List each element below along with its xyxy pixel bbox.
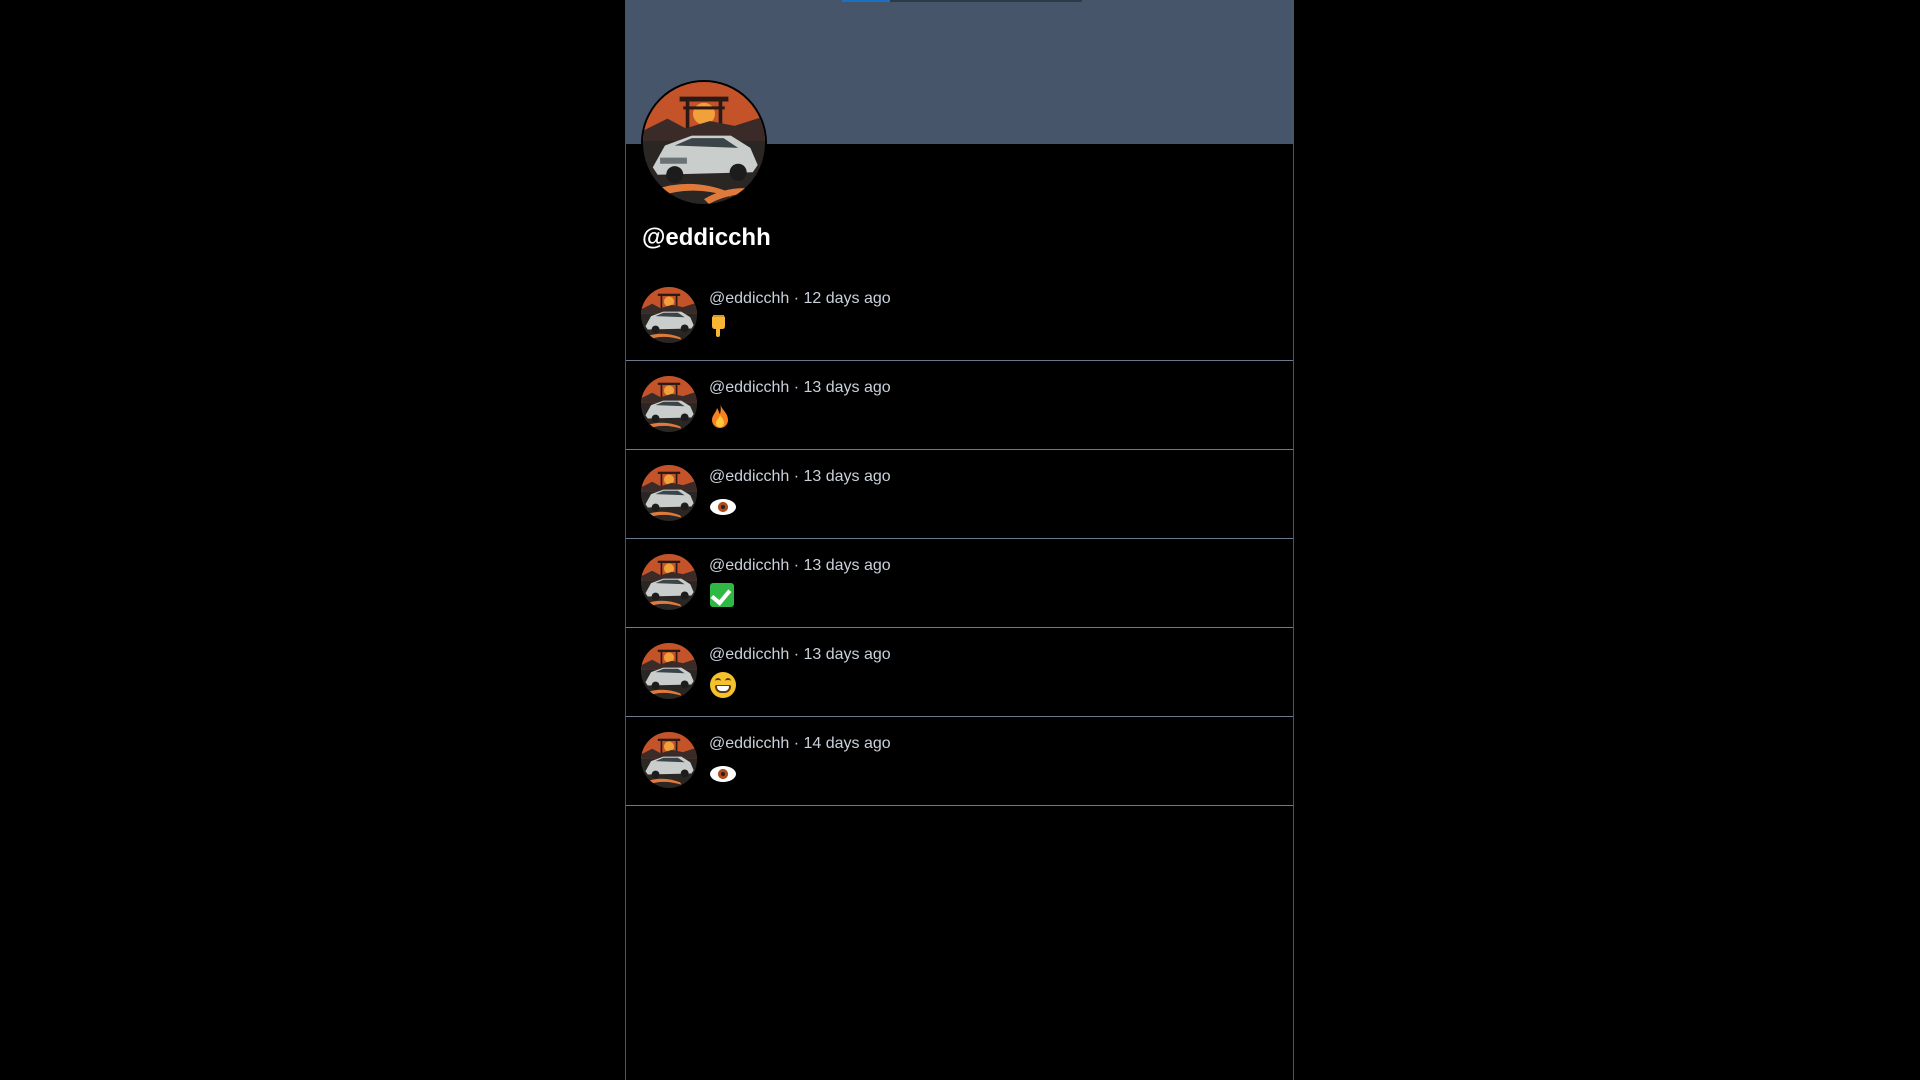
- post-body: [710, 403, 730, 437]
- post-separator: ·: [789, 646, 804, 663]
- loading-progress-bar: [842, 0, 1082, 2]
- post-author[interactable]: @eddicchh: [709, 468, 789, 485]
- profile-avatar[interactable]: [641, 80, 767, 206]
- post-meta: @eddicchh · 13 days ago: [709, 379, 891, 397]
- post-separator: ·: [789, 290, 804, 307]
- post-item[interactable]: @eddicchh · 12 days ago: [626, 272, 1293, 361]
- post-body: [710, 581, 734, 613]
- post-author[interactable]: @eddicchh: [709, 290, 789, 307]
- post-author[interactable]: @eddicchh: [709, 735, 789, 752]
- post-separator: ·: [789, 735, 804, 752]
- post-meta: @eddicchh · 13 days ago: [709, 646, 891, 664]
- post-item[interactable]: @eddicchh · 13 days ago: [626, 361, 1293, 450]
- car-sunset-avatar-image: [641, 287, 697, 343]
- post-item[interactable]: @eddicchh · 13 days ago: [626, 539, 1293, 628]
- fire-icon: [710, 403, 730, 429]
- post-separator: ·: [789, 468, 804, 485]
- post-avatar[interactable]: [641, 643, 697, 699]
- eye-icon: [710, 766, 736, 782]
- post-meta: @eddicchh · 12 days ago: [709, 290, 891, 308]
- post-body: [710, 492, 736, 520]
- profile-handle: @eddicchh: [642, 224, 771, 251]
- post-meta: @eddicchh · 14 days ago: [709, 735, 891, 753]
- post-separator: ·: [789, 557, 804, 574]
- post-avatar[interactable]: [641, 732, 697, 788]
- car-sunset-avatar-image: [641, 643, 697, 699]
- post-item[interactable]: @eddicchh · 13 days ago: [626, 628, 1293, 717]
- eye-icon: [710, 499, 736, 515]
- car-sunset-avatar-image: [641, 554, 697, 610]
- post-avatar[interactable]: [641, 554, 697, 610]
- grinning-face-icon: [710, 672, 736, 698]
- car-sunset-avatar-image: [641, 376, 697, 432]
- post-meta: @eddicchh · 13 days ago: [709, 468, 891, 486]
- post-timestamp[interactable]: 13 days ago: [804, 646, 891, 663]
- post-body: [710, 314, 726, 346]
- post-timestamp[interactable]: 14 days ago: [804, 735, 891, 752]
- post-item[interactable]: @eddicchh · 13 days ago: [626, 450, 1293, 539]
- post-item[interactable]: @eddicchh · 14 days ago: [626, 717, 1293, 806]
- post-avatar[interactable]: [641, 376, 697, 432]
- post-timestamp[interactable]: 13 days ago: [804, 468, 891, 485]
- post-timestamp[interactable]: 13 days ago: [804, 379, 891, 396]
- car-sunset-avatar-image: [641, 732, 697, 788]
- post-avatar[interactable]: [641, 465, 697, 521]
- post-timestamp[interactable]: 13 days ago: [804, 557, 891, 574]
- car-sunset-avatar-image: [641, 465, 697, 521]
- loading-progress-fill: [842, 0, 890, 2]
- post-avatar[interactable]: [641, 287, 697, 343]
- post-author[interactable]: @eddicchh: [709, 646, 789, 663]
- backhand-index-pointing-down-icon: [710, 314, 726, 338]
- post-author[interactable]: @eddicchh: [709, 557, 789, 574]
- post-separator: ·: [789, 379, 804, 396]
- check-mark-button-icon: [710, 583, 734, 607]
- post-body: [710, 670, 736, 704]
- post-body: [710, 759, 736, 787]
- car-sunset-avatar-image: [643, 82, 765, 204]
- post-feed: @eddicchh · 12 days ago @eddicchh · 13 d…: [626, 272, 1293, 806]
- profile-column: @eddicchh @eddicchh · 12 days ago @eddic…: [625, 0, 1294, 1080]
- post-author[interactable]: @eddicchh: [709, 379, 789, 396]
- post-timestamp[interactable]: 12 days ago: [804, 290, 891, 307]
- post-meta: @eddicchh · 13 days ago: [709, 557, 891, 575]
